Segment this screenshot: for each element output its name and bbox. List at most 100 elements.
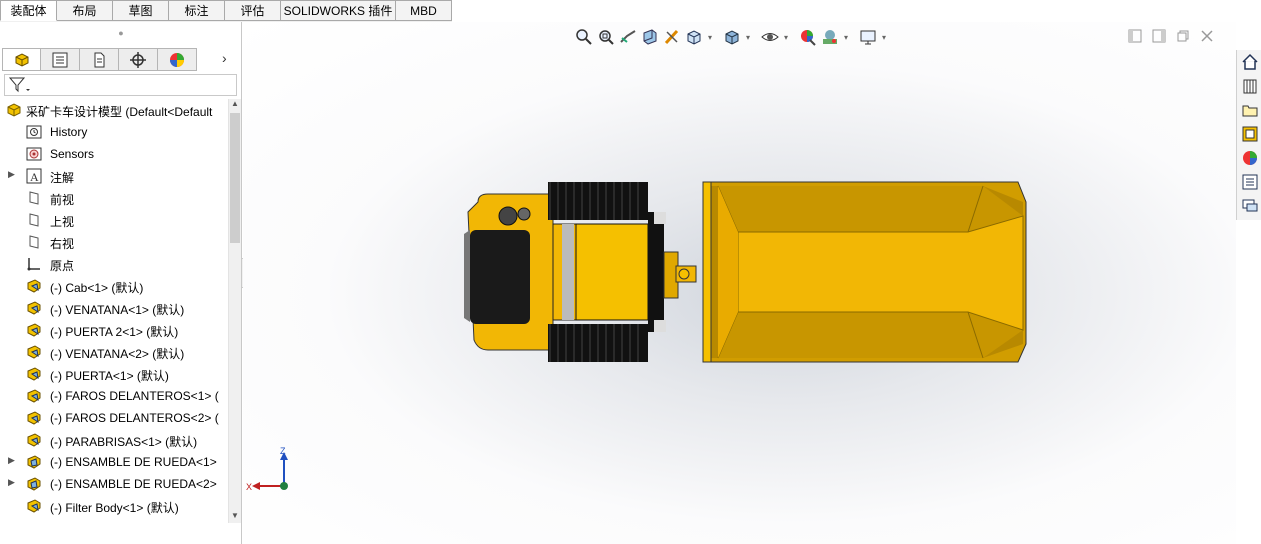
document-window-controls <box>1126 28 1216 44</box>
tree-item-venatana-2[interactable]: (-) VENATANA<2> (默认) <box>0 341 228 363</box>
zoom-to-area-icon <box>599 30 614 45</box>
view-orientation-dropdown-icon[interactable]: ▾ <box>705 33 715 42</box>
tree-item-label: (-) Cab<1> (默认) <box>50 281 144 295</box>
tab-evaluate[interactable]: 评估 <box>225 0 281 21</box>
edit-appearance-button[interactable] <box>797 27 819 47</box>
assembly-icon <box>7 103 21 117</box>
hide-show-button[interactable] <box>759 27 781 47</box>
plane-icon <box>29 213 39 227</box>
history-icon <box>26 125 42 139</box>
panel-tabs <box>2 48 197 72</box>
tree-item-label: (-) FAROS DELANTEROS<2> ( <box>50 411 219 425</box>
scroll-up-icon[interactable]: ▲ <box>230 99 240 111</box>
task-pane-file-explorer[interactable] <box>1240 100 1260 120</box>
configuration-manager-tab[interactable] <box>80 48 119 71</box>
subassembly-icon <box>27 455 41 469</box>
tree-filter[interactable] <box>4 74 237 96</box>
task-pane-home[interactable] <box>1240 52 1260 72</box>
part-icon <box>27 499 41 513</box>
tree-item-filter-body-1[interactable]: (-) Filter Body<1> (默认) <box>0 495 228 517</box>
panel-tabs-scroll-right-icon[interactable]: › <box>222 50 227 66</box>
task-pane-forum[interactable] <box>1240 196 1260 216</box>
feature-manager-tab[interactable] <box>2 48 41 71</box>
tree-item-label: (-) VENATANA<2> (默认) <box>50 347 185 361</box>
zoom-to-fit-button[interactable] <box>573 27 595 47</box>
tree-item-6[interactable]: 右视 <box>0 231 228 253</box>
edit-appearance-icon <box>801 30 816 46</box>
tree-item-ensamble-de-rueda-2[interactable]: ▶ (-) ENSAMBLE DE RUEDA<2> <box>0 473 228 495</box>
expand-arrow-icon[interactable]: ▶ <box>8 455 15 466</box>
apply-scene-dropdown-icon[interactable]: ▾ <box>841 33 851 42</box>
hide-show-dropdown-icon[interactable]: ▾ <box>781 33 791 42</box>
tree-root-assembly[interactable]: 采矿卡车设计模型 (Default<Default <box>0 99 228 121</box>
tree-item-history[interactable]: History <box>0 121 228 143</box>
task-pane-design-library[interactable] <box>1240 76 1260 96</box>
tab-solidworks-addins[interactable]: SOLIDWORKS 插件 <box>281 0 396 21</box>
view-settings-dropdown-icon[interactable]: ▾ <box>879 33 889 42</box>
tree-item-label: (-) PARABRISAS<1> (默认) <box>50 435 198 449</box>
expand-arrow-icon[interactable]: ▶ <box>8 169 15 180</box>
property-manager-tab[interactable] <box>41 48 80 71</box>
tree-item-puerta-1[interactable]: (-) PUERTA<1> (默认) <box>0 363 228 385</box>
tree-item-label: History <box>50 125 88 139</box>
part-icon <box>27 301 41 315</box>
scroll-thumb[interactable] <box>230 113 240 243</box>
tree-item-5[interactable]: 上视 <box>0 209 228 231</box>
home-icon <box>1242 53 1258 70</box>
tree-item-label: (-) FAROS DELANTEROS<1> ( <box>50 389 219 403</box>
tab-markup[interactable]: 标注 <box>169 0 225 21</box>
tree-item-parabrisas-1[interactable]: (-) PARABRISAS<1> (默认) <box>0 429 228 451</box>
dimxpert-icon <box>130 51 146 68</box>
triad-z-label: Z <box>280 446 286 456</box>
display-manager-tab[interactable] <box>158 48 197 71</box>
display-style-dropdown-icon[interactable]: ▾ <box>743 33 753 42</box>
view-orientation-button[interactable] <box>683 27 705 47</box>
view-settings-button[interactable] <box>857 27 879 47</box>
restore-icon <box>1177 30 1189 42</box>
section-view-icon <box>643 29 657 45</box>
appearances-icon <box>1243 151 1257 165</box>
part-icon <box>27 323 41 337</box>
close-button[interactable] <box>1198 28 1216 44</box>
zoom-to-area-button[interactable] <box>595 27 617 47</box>
tile-right-button[interactable] <box>1150 28 1168 44</box>
dynamic-annotation-button[interactable] <box>661 27 683 47</box>
part-icon <box>27 345 41 359</box>
tab-sketch[interactable]: 草图 <box>113 0 169 21</box>
restore-button[interactable] <box>1174 28 1192 44</box>
graphics-area[interactable]: ▾ ▾ ▾ ▾ ▾ Z X <box>243 22 1236 544</box>
task-pane-custom-properties[interactable] <box>1240 172 1260 192</box>
panel-grip-icon[interactable]: ● <box>0 26 242 40</box>
tree-item-faros-delanteros-1[interactable]: (-) FAROS DELANTEROS<1> ( <box>0 385 228 407</box>
dimxpert-tab[interactable] <box>119 48 158 71</box>
task-pane-view-palette[interactable] <box>1240 124 1260 144</box>
tab-layout[interactable]: 布局 <box>57 0 113 21</box>
tree-item-venatana-1[interactable]: (-) VENATANA<1> (默认) <box>0 297 228 319</box>
tree-item-puerta-2-1[interactable]: (-) PUERTA 2<1> (默认) <box>0 319 228 341</box>
tile-left-button[interactable] <box>1126 28 1144 44</box>
mining-truck-model[interactable] <box>458 172 1038 372</box>
task-pane-appearances[interactable] <box>1240 148 1260 168</box>
scroll-down-icon[interactable]: ▼ <box>230 511 240 523</box>
tree-item-ensamble-de-rueda-1[interactable]: ▶ (-) ENSAMBLE DE RUEDA<1> <box>0 451 228 473</box>
feature-manager-panel: ● › 采矿卡车设计模型 (Default<Default History Se… <box>0 22 242 544</box>
file-explorer-icon <box>1242 105 1258 117</box>
tree-item-label: 前视 <box>50 193 75 207</box>
triad-x-label: X <box>246 482 252 492</box>
tab-mbd[interactable]: MBD <box>396 0 452 21</box>
tab-assembly[interactable]: 装配体 <box>0 0 57 21</box>
expand-arrow-icon[interactable]: ▶ <box>8 477 15 488</box>
tree-item-faros-delanteros-2[interactable]: (-) FAROS DELANTEROS<2> ( <box>0 407 228 429</box>
previous-view-button[interactable] <box>617 27 639 47</box>
plane-icon <box>29 235 39 249</box>
section-view-button[interactable] <box>639 27 661 47</box>
display-style-button[interactable] <box>721 27 743 47</box>
tree-item-7[interactable]: 原点 <box>0 253 228 275</box>
tree-item-4[interactable]: 前视 <box>0 187 228 209</box>
tree-item-3[interactable]: ▶ A 注解 <box>0 165 228 187</box>
tree-item-sensors[interactable]: Sensors <box>0 143 228 165</box>
tree-item-cab-1[interactable]: (-) Cab<1> (默认) <box>0 275 228 297</box>
apply-scene-button[interactable] <box>819 27 841 47</box>
part-icon <box>27 389 41 403</box>
tree-scrollbar[interactable]: ▲ ▼ <box>228 99 241 523</box>
